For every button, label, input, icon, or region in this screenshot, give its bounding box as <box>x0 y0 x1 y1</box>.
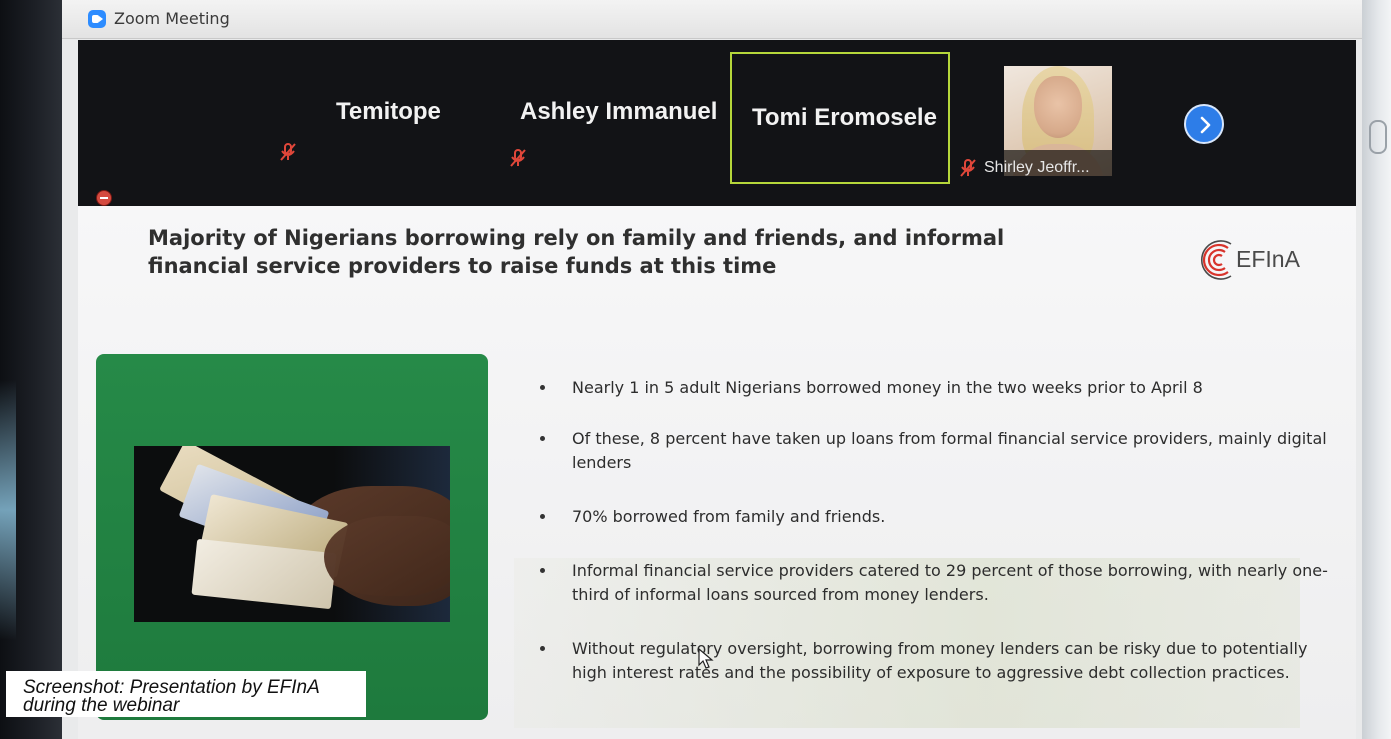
image-caption: Screenshot: Presentation by EFInA during… <box>6 671 366 717</box>
edge-mark <box>1369 120 1387 154</box>
shared-slide: Majority of Nigerians borrowing rely on … <box>78 206 1356 739</box>
participant-tile-tomi-eromosele[interactable]: Tomi Eromosele <box>730 52 950 184</box>
bullet-dot <box>540 385 545 390</box>
participant-tile-temitope[interactable]: Temitope <box>278 52 478 180</box>
participant-name: Shirley Jeoffr... <box>984 159 1090 176</box>
window-title: Zoom Meeting <box>114 9 230 28</box>
participant-label-shirley: Shirley Jeoffr... <box>958 156 1118 180</box>
video-feed-face <box>1034 76 1082 138</box>
list-item: Nearly 1 in 5 adult Nigerians borrowed m… <box>528 376 1328 400</box>
caption-line: during the webinar <box>23 695 180 716</box>
money-photo <box>134 446 450 622</box>
participant-name: Temitope <box>336 98 441 125</box>
bullet-dot <box>540 436 545 441</box>
muted-mic-icon <box>508 148 528 168</box>
bullet-dot <box>540 646 545 651</box>
next-participants-button[interactable] <box>1184 104 1224 144</box>
screen-glare <box>0 380 16 640</box>
mouse-pointer-icon <box>698 647 714 670</box>
chevron-right-icon <box>1200 116 1211 134</box>
efina-logo: EFInA <box>1198 240 1318 280</box>
participant-name: Ashley Immanuel <box>520 98 718 125</box>
recording-icon[interactable] <box>96 190 112 206</box>
zoom-window: Zoom Meeting Temitope Ashley Immanuel To… <box>62 0 1362 739</box>
participant-tile-ashley-immanuel[interactable]: Ashley Immanuel <box>508 52 738 180</box>
list-item: Without regulatory oversight, borrowing … <box>528 637 1328 685</box>
monitor-bezel <box>0 0 62 739</box>
list-item: Of these, 8 percent have taken up loans … <box>528 427 1328 475</box>
zoom-camera-icon <box>88 10 106 28</box>
list-item: Informal financial service providers cat… <box>528 559 1328 607</box>
participants-strip: Temitope Ashley Immanuel Tomi Eromosele … <box>78 40 1356 206</box>
logo-text: EFInA <box>1236 246 1300 272</box>
desk-edge <box>1361 0 1391 739</box>
muted-mic-icon <box>958 158 978 178</box>
bullet-dot <box>540 514 545 519</box>
bullet-dot <box>540 568 545 573</box>
title-bar: Zoom Meeting <box>62 0 1362 39</box>
green-image-panel <box>96 354 488 720</box>
bullet-list: Nearly 1 in 5 adult Nigerians borrowed m… <box>528 376 1328 685</box>
efina-logo-icon <box>1201 240 1232 280</box>
muted-mic-icon <box>278 142 298 162</box>
participant-name: Tomi Eromosele <box>752 104 937 131</box>
list-item: 70% borrowed from family and friends. <box>528 505 1328 529</box>
slide-title: Majority of Nigerians borrowing rely on … <box>148 226 1005 278</box>
